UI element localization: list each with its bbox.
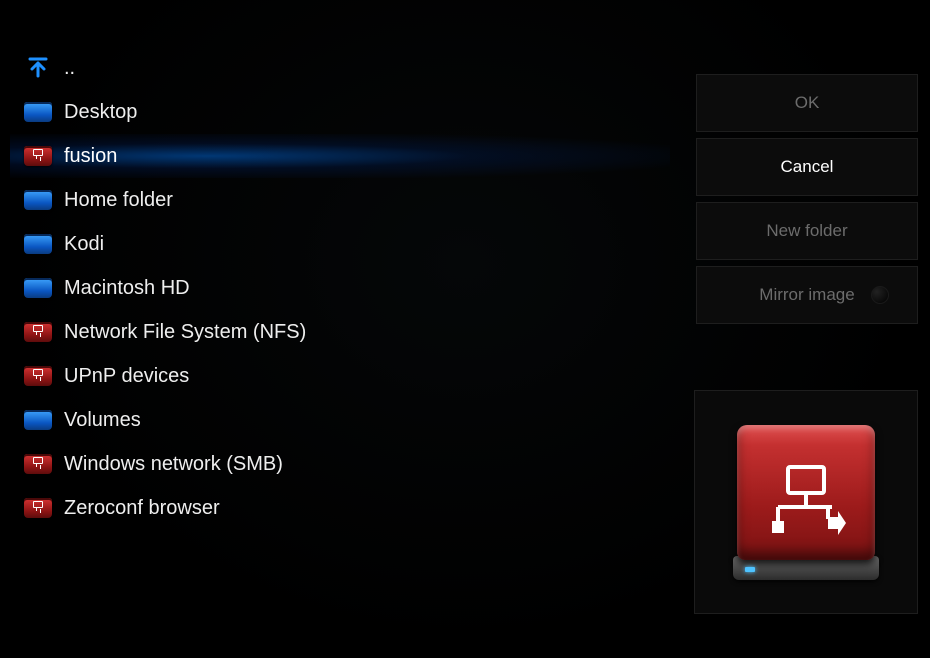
new-folder-button[interactable]: New folder xyxy=(696,202,918,260)
list-item[interactable]: fusion xyxy=(10,134,670,178)
preview-thumbnail xyxy=(694,390,918,614)
drive-icon xyxy=(18,102,58,122)
cancel-button[interactable]: Cancel xyxy=(696,138,918,196)
list-item-label: Home folder xyxy=(64,189,173,212)
drive-icon xyxy=(18,410,58,430)
list-item[interactable]: UPnP devices xyxy=(10,354,670,398)
list-item-label: .. xyxy=(64,57,75,80)
list-item[interactable]: Kodi xyxy=(10,222,670,266)
list-item-label: Kodi xyxy=(64,233,104,256)
list-item[interactable]: Home folder xyxy=(10,178,670,222)
list-item-label: UPnP devices xyxy=(64,365,189,388)
ok-button[interactable]: OK xyxy=(696,74,918,132)
list-item[interactable]: Zeroconf browser xyxy=(10,486,670,530)
file-browser-root: .. Desktop fusion Home folder Kodi Macin… xyxy=(0,0,930,658)
network-drive-icon xyxy=(18,146,58,166)
list-item-label: Network File System (NFS) xyxy=(64,321,306,344)
network-drive-icon xyxy=(18,498,58,518)
list-item[interactable]: Volumes xyxy=(10,398,670,442)
network-drive-icon xyxy=(18,366,58,386)
list-item[interactable]: Windows network (SMB) xyxy=(10,442,670,486)
network-drive-icon xyxy=(18,454,58,474)
side-panel: OK Cancel New folder Mirror image xyxy=(696,74,918,330)
network-drive-large-icon xyxy=(731,425,881,580)
list-item-label: Windows network (SMB) xyxy=(64,453,283,476)
network-drive-icon xyxy=(18,322,58,342)
drive-icon xyxy=(18,190,58,210)
up-arrow-icon xyxy=(18,54,58,82)
list-item[interactable]: Network File System (NFS) xyxy=(10,310,670,354)
list-item[interactable]: Macintosh HD xyxy=(10,266,670,310)
toggle-indicator-icon xyxy=(871,286,889,304)
list-item-parent[interactable]: .. xyxy=(10,46,670,90)
source-list: .. Desktop fusion Home folder Kodi Macin… xyxy=(10,46,670,530)
list-item-label: fusion xyxy=(64,145,117,168)
drive-icon xyxy=(18,234,58,254)
list-item-label: Volumes xyxy=(64,409,141,432)
list-item[interactable]: Desktop xyxy=(10,90,670,134)
drive-icon xyxy=(18,278,58,298)
list-item-label: Macintosh HD xyxy=(64,277,190,300)
list-item-label: Zeroconf browser xyxy=(64,497,220,520)
mirror-image-toggle[interactable]: Mirror image xyxy=(696,266,918,324)
list-item-label: Desktop xyxy=(64,101,137,124)
